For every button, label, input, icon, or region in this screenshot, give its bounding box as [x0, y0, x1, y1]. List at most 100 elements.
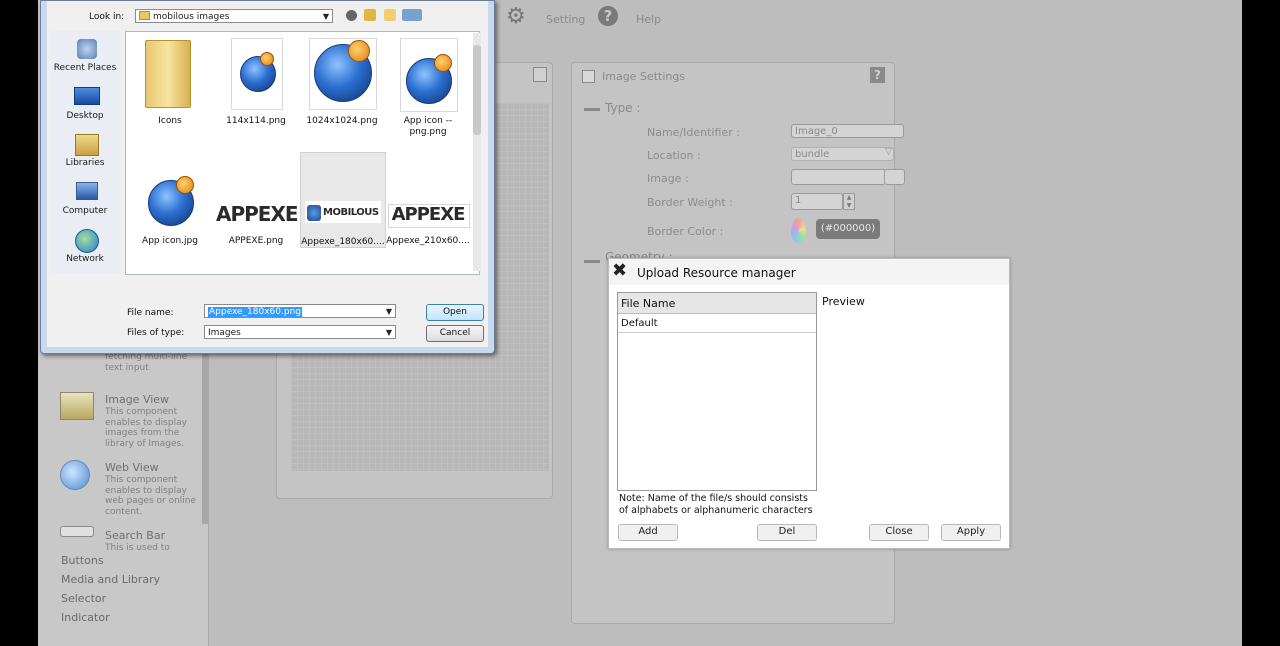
libraries-icon[interactable] — [75, 134, 99, 156]
chevron-down-icon[interactable]: ▽ — [885, 147, 892, 157]
name-label: Name/Identifier : — [647, 126, 740, 139]
category-media[interactable]: Media and Library — [61, 573, 160, 586]
badge-icon — [260, 52, 274, 66]
upload-resource-dialog: ✖ Upload Resource manager File Name Defa… — [608, 258, 1010, 549]
desktop-icon[interactable] — [74, 87, 100, 105]
file-row-label[interactable]: Default — [621, 318, 658, 329]
file-item[interactable]: 1024x1024.png — [300, 38, 384, 146]
chevron-down-icon: ▼ — [385, 328, 392, 337]
file-caption: Icons — [158, 116, 182, 126]
file-caption: Appexe_180x60.... — [301, 237, 385, 247]
file-caption: Appexe_210x60.... — [386, 236, 470, 246]
image-label: Image : — [647, 172, 689, 185]
files-of-type-value: Images — [208, 328, 241, 338]
panel-scrollbar[interactable] — [202, 352, 208, 524]
color-drop-icon[interactable] — [791, 218, 806, 243]
place-libraries[interactable]: Libraries — [50, 158, 120, 168]
folder-icon — [145, 40, 191, 108]
settings-title: Image Settings — [602, 70, 686, 83]
file-item[interactable]: APPEXE Appexe_210x60.... — [386, 156, 470, 256]
appexe-logo: APPEXE — [216, 202, 299, 226]
file-name-input[interactable]: Appexe_180x60.png ▼ — [204, 304, 396, 318]
file-view: Icons 114x114.png 1024x1024.png App icon… — [125, 31, 480, 275]
place-recent[interactable]: Recent Places — [50, 63, 120, 73]
file-item[interactable]: 114x114.png — [214, 38, 298, 146]
open-button[interactable]: Open — [426, 304, 484, 321]
file-list: File Name Default — [617, 292, 817, 491]
help-icon[interactable]: ? — [598, 6, 618, 26]
component-desc: This component enables to display web pa… — [105, 475, 197, 517]
file-item[interactable]: App icon -- png.png — [386, 38, 470, 146]
file-item[interactable]: App icon.jpg — [128, 156, 212, 256]
component-title[interactable]: Image View — [105, 393, 169, 406]
component-desc: fetching multi-line text input — [105, 352, 188, 373]
place-computer[interactable]: Computer — [50, 206, 120, 216]
border-weight-stepper[interactable]: 1 — [791, 193, 843, 210]
apply-button[interactable]: Apply — [941, 524, 1001, 541]
file-name-value: Appexe_180x60.png — [208, 307, 302, 317]
chevron-down-icon: ▼ — [322, 12, 329, 21]
image-input[interactable] — [791, 169, 886, 185]
border-color-label: Border Color : — [647, 225, 724, 238]
file-caption: APPEXE.png — [228, 236, 284, 246]
file-caption: App icon.jpg — [142, 236, 198, 246]
component-desc: This is used to — [105, 543, 170, 553]
file-item[interactable]: APPEXE APPEXE.png — [214, 156, 299, 256]
look-in-label: Look in: — [89, 12, 125, 22]
file-caption: 1024x1024.png — [306, 116, 378, 126]
web-view-icon — [60, 460, 90, 490]
canvas-toggle-icon[interactable] — [533, 67, 547, 82]
place-desktop[interactable]: Desktop — [50, 111, 120, 121]
badge-icon — [348, 40, 370, 62]
image-browse-button[interactable] — [884, 169, 905, 185]
new-folder-icon[interactable] — [384, 9, 396, 21]
stepper-arrows-icon[interactable]: ▲ ▼ — [843, 193, 855, 210]
name-input[interactable]: Image_0 — [791, 124, 904, 138]
component-desc: This component enables to display images… — [105, 407, 187, 449]
search-bar-icon — [60, 526, 94, 537]
gear-icon[interactable]: ⚙ — [506, 4, 526, 29]
setting-label[interactable]: Setting — [546, 13, 585, 26]
file-name-header: File Name — [621, 297, 676, 310]
back-icon[interactable] — [346, 10, 357, 21]
category-selector[interactable]: Selector — [61, 592, 106, 605]
appexe-logo: APPEXE — [391, 204, 466, 225]
file-caption: 114x114.png — [226, 116, 286, 126]
shield-icon — [307, 205, 321, 221]
dialog-title: Upload Resource manager — [637, 266, 796, 280]
preview-label: Preview — [822, 295, 865, 308]
place-network[interactable]: Network — [50, 254, 120, 264]
section-type: Type : — [605, 101, 641, 115]
badge-icon — [434, 54, 452, 72]
image-view-icon — [60, 392, 94, 420]
file-item[interactable]: Icons — [128, 38, 212, 146]
panel-icon — [582, 70, 595, 83]
category-buttons[interactable]: Buttons — [61, 554, 104, 567]
scrollbar-thumb[interactable] — [473, 45, 481, 135]
look-in-select[interactable]: mobilous images ▼ — [135, 9, 333, 23]
cancel-button[interactable]: Cancel — [426, 325, 484, 342]
close-icon[interactable]: ✖ — [612, 262, 627, 280]
close-button[interactable]: Close — [869, 524, 929, 541]
component-title[interactable]: Web View — [105, 461, 159, 474]
del-button[interactable]: Del — [757, 524, 817, 541]
computer-icon[interactable] — [76, 182, 98, 200]
add-button[interactable]: Add — [618, 524, 678, 541]
border-weight-label: Border Weight : — [647, 196, 733, 209]
help-label[interactable]: Help — [636, 13, 661, 26]
file-item-selected[interactable]: MOBILOUS Appexe_180x60.... — [300, 152, 386, 248]
component-title[interactable]: Search Bar — [105, 529, 165, 542]
collapse-icon[interactable] — [584, 108, 600, 111]
collapse-icon[interactable] — [584, 260, 600, 263]
border-color-value[interactable]: (#000000) — [816, 219, 880, 239]
files-of-type-select[interactable]: Images ▼ — [204, 325, 396, 339]
category-indicator[interactable]: Indicator — [61, 611, 110, 624]
location-select[interactable]: bundle — [791, 147, 894, 161]
view-menu-icon[interactable] — [402, 9, 422, 21]
recent-places-icon[interactable] — [77, 39, 97, 59]
help-icon[interactable]: ? — [870, 67, 885, 83]
network-icon[interactable] — [75, 229, 99, 253]
up-folder-icon[interactable] — [364, 9, 376, 21]
look-in-value: mobilous images — [153, 12, 230, 22]
folder-icon — [139, 11, 150, 20]
